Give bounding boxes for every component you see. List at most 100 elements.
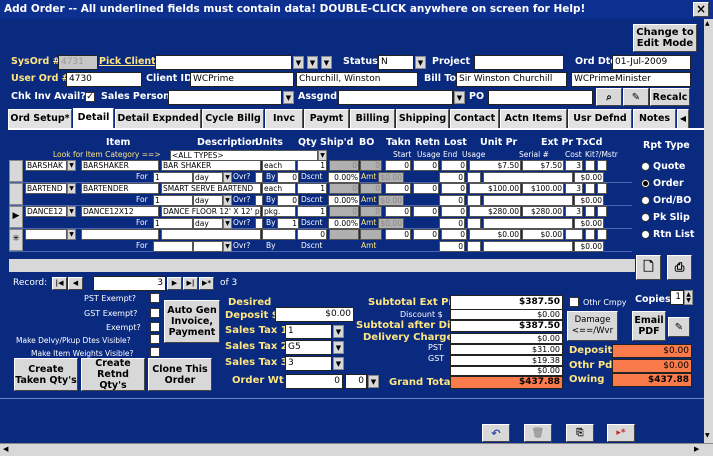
retn-field[interactable]: 0: [413, 183, 439, 194]
qty-field[interactable]: 1: [297, 183, 327, 194]
undo-icon[interactable]: ↶: [482, 424, 510, 442]
unit-price-field[interactable]: $0.00: [469, 229, 521, 240]
item-field[interactable]: [81, 229, 159, 240]
assgnd-dropdown-icon[interactable]: ▼: [454, 91, 465, 104]
units-field[interactable]: each: [262, 183, 296, 194]
scroll-right-icon[interactable]: ▶: [694, 445, 699, 453]
item-code-field[interactable]: BARTEND: [25, 183, 67, 194]
by-field[interactable]: 0: [277, 195, 299, 206]
ovr-checkbox[interactable]: [255, 172, 263, 183]
tab-billing[interactable]: Billing: [350, 109, 395, 128]
tab-cycle-billg[interactable]: Cycle Billg: [202, 109, 264, 128]
takn-field[interactable]: 0: [385, 183, 411, 194]
retn-field[interactable]: 0: [413, 206, 439, 217]
scroll-up-icon[interactable]: ▲: [705, 20, 710, 27]
first-record-icon[interactable]: |◀: [52, 277, 67, 290]
period-field[interactable]: day: [193, 172, 223, 183]
weights-visible-checkbox[interactable]: [150, 347, 160, 357]
tab-paymt[interactable]: Paymt: [304, 109, 349, 128]
edit-icon[interactable]: ✎: [668, 317, 690, 337]
sales-tax-1-dropdown-icon[interactable]: ▼: [333, 325, 344, 338]
rpt-type-radio[interactable]: [641, 162, 650, 171]
print-preview-icon[interactable]: 🗋: [636, 255, 661, 280]
client-id-field[interactable]: WCPrime: [190, 72, 294, 87]
lost-field[interactable]: 0: [441, 229, 467, 240]
scroll-down-icon[interactable]: ▼: [705, 432, 710, 439]
next-record-icon[interactable]: ▶: [167, 277, 182, 290]
edit-icon[interactable]: ✎: [623, 88, 649, 106]
tab-detail-expnded[interactable]: Detail Expnded: [115, 109, 201, 128]
qty-field[interactable]: 1: [297, 160, 327, 171]
serial-field[interactable]: [483, 218, 573, 229]
table-row[interactable]: ▶ DANCE12 ▼ DANCE12X12 DANCE FLOOR 12' X 12'…: [9, 206, 632, 229]
item-field[interactable]: BARSHAKER: [81, 160, 159, 171]
rpt-type-option[interactable]: Ord/BO: [641, 195, 691, 206]
tab-invc[interactable]: Invc: [265, 109, 303, 128]
create-retnd-button[interactable]: Create Retnd Qty's: [81, 358, 145, 391]
tab-ord-setup[interactable]: Ord Setup*: [8, 109, 72, 128]
chevron-down-icon[interactable]: ▼: [307, 56, 318, 69]
tab-contact[interactable]: Contact: [450, 109, 499, 128]
sales-tax-1-field[interactable]: 1: [285, 324, 332, 339]
units-field[interactable]: each: [262, 160, 296, 171]
scroll-left-icon[interactable]: ◀: [3, 445, 8, 453]
trash-icon[interactable]: 🗑: [524, 424, 552, 442]
description-field[interactable]: DANCE FLOOR 12' X 12' p: [161, 206, 261, 217]
prev-record-icon[interactable]: ◀: [68, 277, 83, 290]
delivery-value[interactable]: $0.00: [450, 333, 563, 344]
binoculars-icon[interactable]: ⌕: [596, 88, 622, 106]
window-h-scrollbar[interactable]: [0, 443, 713, 456]
project-field[interactable]: [474, 55, 564, 70]
rpt-type-option[interactable]: Quote: [641, 161, 685, 172]
item-code-dropdown-icon[interactable]: ▼: [67, 160, 76, 171]
gst-exempt-checkbox[interactable]: [150, 308, 160, 318]
units-field[interactable]: pkg.: [262, 206, 296, 217]
ovr-checkbox[interactable]: [255, 218, 263, 229]
kit-checkbox[interactable]: [585, 229, 595, 240]
tab-detail[interactable]: Detail: [73, 108, 114, 129]
ovr-checkbox[interactable]: [255, 195, 263, 206]
period-dropdown-icon[interactable]: ▼: [223, 218, 232, 229]
item-code-dropdown-icon[interactable]: ▼: [67, 206, 76, 217]
period-field[interactable]: day: [193, 218, 223, 229]
table-row[interactable]: BARSHAK ▼ BARSHAKER BAR SHAKER each 1 0 0 0 0 0 $7.…: [9, 160, 632, 183]
lost-field[interactable]: 0: [441, 160, 467, 171]
discount-pct-field[interactable]: 0.00%: [328, 172, 360, 183]
rpt-type-radio[interactable]: [641, 196, 650, 205]
description-field[interactable]: BAR SHAKER: [161, 160, 261, 171]
item-code-field[interactable]: DANCE12: [25, 206, 67, 217]
item-code-field[interactable]: BARSHAK: [25, 160, 67, 171]
rpt-type-option[interactable]: Pk Slip: [641, 212, 690, 223]
deposit-field[interactable]: $0.00: [275, 307, 354, 322]
last-record-icon[interactable]: ▶|: [183, 277, 198, 290]
chk-inv-checkbox[interactable]: ✓: [85, 92, 95, 102]
lost-field[interactable]: 0: [441, 206, 467, 217]
change-to-edit-mode-button[interactable]: Change to Edit Mode: [633, 24, 697, 52]
pick-client-field[interactable]: [155, 55, 292, 70]
period-dropdown-icon[interactable]: ▼: [223, 241, 232, 252]
damage-button[interactable]: Damage <==/Wvr: [567, 311, 618, 341]
txcd-field[interactable]: 3: [565, 206, 583, 217]
usage-field[interactable]: 0: [439, 195, 465, 206]
chevron-down-icon[interactable]: ▼: [321, 56, 332, 69]
retn-field[interactable]: 0: [413, 229, 439, 240]
tab-actn-items[interactable]: Actn Items: [500, 109, 567, 128]
order-wt-unit-field[interactable]: 0: [345, 374, 367, 389]
new-row-marker-icon[interactable]: ✳: [9, 229, 23, 251]
usage-field[interactable]: 0: [439, 172, 465, 183]
description-field[interactable]: [161, 229, 261, 240]
printer-icon[interactable]: ⎙: [667, 255, 692, 280]
create-taken-button[interactable]: Create Taken Qty's: [14, 358, 78, 391]
qty-field[interactable]: 0: [297, 229, 327, 240]
othr-cmpy-checkbox[interactable]: [569, 297, 579, 307]
takn-field[interactable]: 0: [385, 160, 411, 171]
sales-tax-2-field[interactable]: G5: [285, 340, 332, 355]
sales-person-dropdown-icon[interactable]: ▼: [283, 91, 294, 104]
user-ord-field[interactable]: 4730: [66, 72, 142, 87]
auto-gen-invoice-button[interactable]: Auto Gen Invoice, Payment: [164, 300, 220, 343]
sales-tax-2-dropdown-icon[interactable]: ▼: [333, 341, 344, 354]
takn-field[interactable]: 0: [385, 229, 411, 240]
table-row[interactable]: ✳ ▼ 0 0 0 0 $0.00 $0.00 For ▼ Ovr? By Dscnt Amt 0 $0.00: [9, 229, 632, 252]
record-current[interactable]: 3: [93, 276, 166, 291]
item-code-field[interactable]: [25, 229, 67, 240]
